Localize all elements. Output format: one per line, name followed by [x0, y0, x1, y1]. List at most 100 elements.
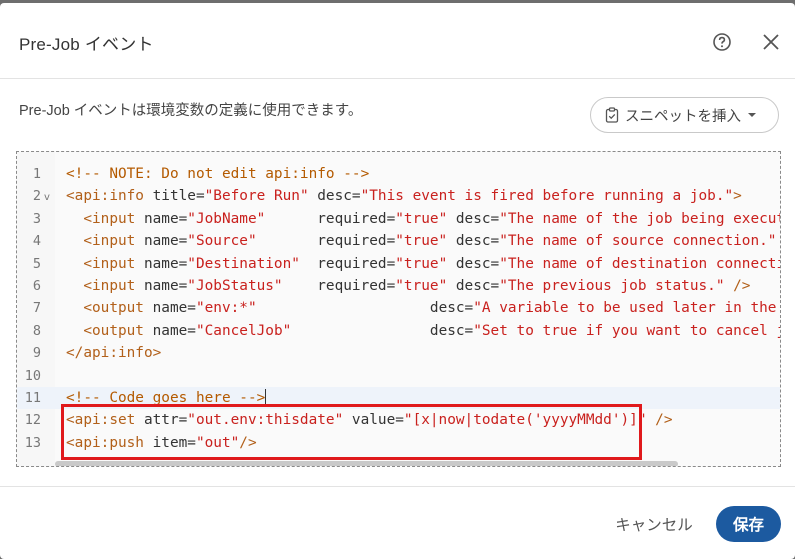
code-token-value: "The name of the job being executed." [499, 210, 780, 227]
code-token-attr [66, 300, 83, 316]
line-number: 10 [24, 367, 41, 384]
code-line[interactable]: 4 <input name="Source" required="true" d… [17, 230, 780, 252]
code-token-attr: desc= [256, 300, 474, 317]
code-token-attr: name= [135, 210, 188, 227]
code-token-comment: <!-- Code goes here --> [66, 390, 266, 406]
code-line[interactable]: 7 <output name="env:*" desc="A variable … [17, 297, 780, 319]
line-number: 2 [32, 188, 41, 205]
code-line[interactable]: 2 v <api:info title="Before Run" desc="Thi… [17, 185, 780, 207]
code-token-attr: name= [143, 322, 196, 339]
line-number: 1 [32, 166, 41, 182]
code-line[interactable]: 12 <api:set attr="out.env:thisdate" value… [17, 409, 780, 431]
code-token-value: "The name of destination connection." [499, 255, 780, 272]
code-line[interactable]: 10 [17, 365, 780, 387]
code-text: <output name="env:*" desc="A variable to… [66, 297, 781, 319]
code-text: <api:info title="Before Run" desc="This … [66, 185, 742, 207]
code-token-comment: <!-- NOTE: Do not edit api:info --> [66, 166, 370, 182]
line-number: 11 [24, 390, 41, 406]
line-number: 9 [32, 345, 41, 362]
code-line[interactable]: 9 </api:info> [17, 342, 780, 364]
code-token-value: "[x|now|todate('yyyyMMdd')]" [403, 412, 647, 429]
code-token-attr: desc= [447, 278, 500, 294]
dialog-header: Pre-Job イベント [0, 3, 795, 79]
code-line[interactable]: 3 <input name="JobName" required="true" … [17, 208, 780, 230]
code-line[interactable]: 8 <output name="CancelJob" desc="Set to … [17, 320, 780, 342]
code-editor[interactable]: 1 <!-- NOTE: Do not edit api:info --> 2 v <a… [16, 151, 781, 467]
code-token-tag: <output [83, 300, 144, 317]
line-number: 8 [32, 322, 41, 339]
code-token-value: "A variable to be used later in the Job [473, 300, 781, 317]
code-text: <input name="Source" required="true" des… [66, 230, 780, 252]
code-token-attr: required= [299, 255, 396, 272]
code-text: <input name="Destination" required="true… [66, 253, 780, 275]
code-token-tag: <api:push [66, 434, 144, 451]
code-token-value: "This event is fired before running a jo… [360, 188, 734, 205]
code-token-attr: name= [135, 278, 188, 294]
code-token-tag: /> [724, 278, 751, 294]
pre-job-event-dialog: Pre-Job イベント Pre-Job イベントは環境変数の定義に使用できます… [0, 3, 795, 559]
code-token-attr: desc= [308, 188, 361, 205]
code-token-tag: <input [83, 278, 136, 294]
code-text: </api:info> [66, 342, 161, 364]
code-text: <input name="JobName" required="true" de… [66, 208, 780, 230]
code-line[interactable]: 5 <input name="Destination" required="tr… [17, 253, 780, 275]
code-token-attr [66, 211, 83, 227]
code-token-tag: /> [239, 434, 257, 451]
code-text: <api:set attr="out.env:thisdate" value="… [66, 409, 673, 431]
text-cursor [265, 389, 267, 405]
code-token-value: "JobName" [187, 210, 266, 227]
code-token-value: "The previous job status." [499, 278, 725, 294]
code-token-attr: name= [135, 255, 188, 272]
code-token-tag: <api:set [66, 412, 136, 429]
line-number: 13 [24, 434, 41, 451]
code-token-attr: value= [343, 412, 404, 429]
code-token-value: "true" [395, 233, 448, 250]
close-icon[interactable] [758, 29, 784, 55]
code-token-value: "out.env:thisdate" [187, 412, 344, 429]
code-token-attr [66, 233, 83, 249]
code-line[interactable]: 11 <!-- Code goes here --> [17, 387, 780, 409]
code-token-attr: item= [143, 434, 196, 451]
code-token-value: "Before Run" [204, 188, 309, 205]
line-number: 4 [32, 233, 41, 250]
code-token-tag: </api:info> [66, 345, 162, 362]
chevron-down-icon[interactable]: v [44, 187, 50, 209]
insert-snippet-button[interactable]: スニペットを挿入 [590, 97, 779, 133]
code-token-value: "env:*" [195, 300, 257, 317]
code-text: <!-- Code goes here --> [66, 387, 267, 409]
code-token-tag: <input [83, 210, 136, 227]
horizontal-scrollbar[interactable] [55, 461, 678, 466]
code-token-value: "Source" [187, 233, 257, 250]
code-token-attr [66, 256, 83, 272]
code-text: <input name="JobStatus" required="true" … [66, 275, 750, 297]
cancel-button[interactable]: キャンセル [606, 506, 702, 542]
code-text: <output name="CancelJob" desc="Set to tr… [66, 320, 780, 342]
code-token-value: "CancelJob" [195, 322, 292, 339]
insert-snippet-label: スニペットを挿入 [625, 108, 741, 125]
code-area[interactable]: 1 <!-- NOTE: Do not edit api:info --> 2 v <a… [17, 152, 780, 466]
code-token-value: "Set to true if you want to cancel job e [473, 322, 780, 339]
line-number: 12 [24, 412, 41, 429]
code-token-attr: attr= [135, 412, 188, 429]
code-text: <!-- NOTE: Do not edit api:info --> [66, 163, 369, 185]
line-number: 5 [32, 255, 41, 272]
code-line[interactable]: 13 <api:push item="out"/> [17, 432, 780, 454]
code-token-attr: title= [143, 188, 205, 205]
code-token-attr: desc= [291, 322, 474, 339]
code-token-attr: desc= [447, 210, 500, 227]
help-icon[interactable] [711, 31, 733, 53]
code-token-tag: <api:info [66, 188, 144, 205]
code-token-attr: required= [282, 278, 396, 294]
line-number: 6 [32, 278, 41, 294]
code-token-tag: <input [83, 255, 136, 272]
code-token-attr: required= [265, 210, 396, 227]
line-number: 3 [32, 210, 41, 227]
save-button[interactable]: 保存 [716, 506, 781, 542]
dialog-title: Pre-Job イベント [19, 35, 154, 54]
code-token-attr: name= [135, 233, 188, 250]
code-line[interactable]: 1 <!-- NOTE: Do not edit api:info --> [17, 163, 780, 185]
code-line[interactable]: 6 <input name="JobStatus" required="true… [17, 275, 780, 297]
code-token-attr: required= [256, 233, 396, 250]
code-token-value: "The name of source connection." [499, 233, 777, 250]
code-token-attr [66, 323, 83, 339]
